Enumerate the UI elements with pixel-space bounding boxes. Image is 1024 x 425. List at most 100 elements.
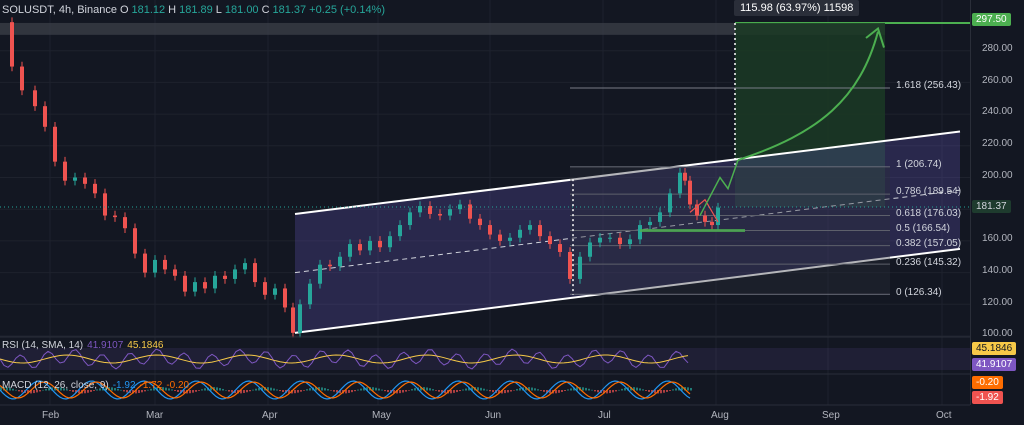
candle-body	[73, 177, 77, 181]
candle-body	[43, 106, 47, 127]
measure-tooltip: 115.98 (63.97%) 11598	[734, 0, 860, 16]
candle-body	[10, 22, 14, 67]
candle-body	[548, 236, 552, 245]
candle-body	[578, 256, 582, 279]
candle-body	[368, 240, 372, 251]
open-value: 181.12	[131, 4, 166, 16]
candle-body	[678, 172, 682, 194]
candle-body	[113, 215, 117, 218]
candle-body	[53, 126, 57, 162]
macd-hist-badge: -0.20	[972, 376, 1003, 389]
candle-body	[683, 172, 687, 181]
time-tick: Feb	[42, 410, 60, 421]
candle-body	[388, 236, 392, 248]
macd-histogram-bar	[612, 390, 614, 393]
candle-body	[63, 161, 67, 181]
candle-body	[703, 215, 707, 222]
macd-histogram-bar	[597, 390, 599, 393]
candle-body	[568, 251, 572, 279]
candle-body	[716, 207, 720, 226]
rsi-sma-value: 45.1846	[127, 340, 164, 351]
candle-body	[291, 307, 295, 333]
macd-legend[interactable]: MACD (12, 26, close, 9) -1.92 -1.72 -0.2…	[2, 380, 189, 391]
macd-histogram-bar	[384, 390, 386, 392]
candle-body	[648, 221, 652, 226]
macd-histogram-bar	[492, 390, 494, 393]
macd-histogram-bar	[309, 388, 311, 391]
macd-histogram-bar	[252, 389, 254, 391]
macd-histogram-bar	[543, 390, 545, 392]
macd-histogram-bar	[462, 389, 464, 391]
macd-histogram-bar	[216, 387, 218, 391]
candle-body	[83, 177, 87, 184]
symbol-header: SOLUSDT, 4h, Binance O 181.12 H 181.89 L 18…	[2, 4, 385, 16]
macd-histogram-bar	[555, 390, 557, 394]
macd-histogram-bar	[642, 389, 644, 391]
macd-histogram-bar	[300, 390, 302, 392]
macd-histogram-bar	[582, 387, 584, 391]
candle-body	[33, 90, 37, 107]
chart-stage[interactable]	[0, 0, 1024, 425]
candle-body	[668, 193, 672, 213]
fib-level-label: 1.618 (256.43)	[896, 80, 962, 91]
macd-histogram-bar	[273, 388, 275, 391]
open-key: O	[119, 4, 129, 16]
candle-body	[628, 239, 632, 245]
candle-body	[213, 275, 217, 289]
macd-histogram-bar	[429, 388, 431, 391]
macd-histogram-bar	[636, 387, 638, 391]
fib-level-label: 0.786 (189.54)	[896, 186, 962, 197]
candle-body	[203, 282, 207, 289]
candle-body	[598, 237, 602, 243]
macd-histogram-bar	[204, 388, 206, 391]
macd-histogram-bar	[297, 390, 299, 393]
time-tick: Oct	[936, 410, 952, 421]
candle-body	[348, 244, 352, 257]
candle-body	[498, 234, 502, 241]
macd-histogram-bar	[615, 390, 617, 392]
time-tick: Sep	[822, 410, 840, 421]
macd-histogram-bar	[558, 390, 560, 393]
candle-body	[163, 259, 167, 270]
macd-histogram-bar	[516, 388, 518, 391]
macd-histogram-bar	[567, 389, 569, 391]
price-tick: 200.00	[982, 170, 1013, 181]
candle-body	[338, 256, 342, 267]
macd-histogram-bar	[609, 390, 611, 394]
macd-histogram-bar	[621, 388, 623, 391]
candle-body	[253, 263, 257, 283]
macd-histogram-bar	[195, 390, 197, 392]
macd-histogram-bar	[564, 390, 566, 391]
candle-body	[243, 263, 247, 270]
macd-histogram-bar	[375, 387, 377, 391]
macd-histogram-bar	[672, 389, 674, 391]
macd-histogram-bar	[192, 390, 194, 393]
candle-body	[638, 225, 642, 240]
macd-histogram-bar	[282, 390, 284, 393]
candle-body	[133, 228, 137, 254]
macd-histogram-bar	[387, 390, 389, 393]
macd-histogram-bar	[279, 390, 281, 392]
macd-histogram-bar	[504, 390, 506, 394]
candle-body	[193, 282, 197, 292]
candle-body	[538, 225, 542, 237]
symbol-title[interactable]: SOLUSDT, 4h, Binance	[2, 4, 117, 16]
macd-histogram-bar	[663, 390, 665, 393]
macd-histogram-bar	[228, 390, 230, 392]
close-value: 181.37	[272, 4, 307, 16]
rsi-legend[interactable]: RSI (14, SMA, 14) 41.9107 45.1846	[2, 340, 163, 351]
rsi-sma-badge: 45.1846	[972, 342, 1017, 355]
candle-body	[658, 212, 662, 222]
macd-histogram-bar	[591, 389, 593, 391]
close-key: C	[261, 4, 270, 16]
macd-histogram-bar	[588, 388, 590, 391]
macd-name: MACD (12, 26, close, 9)	[2, 380, 109, 391]
current-price-badge: 181.37	[972, 200, 1011, 213]
macd-histogram-bar	[378, 388, 380, 391]
candle-body	[273, 288, 277, 295]
macd-histogram-bar	[519, 388, 521, 391]
macd-histogram-bar	[348, 390, 350, 393]
macd-histogram-bar	[243, 390, 245, 393]
price-chart[interactable]	[0, 0, 1024, 425]
price-tick: 280.00	[982, 43, 1013, 54]
